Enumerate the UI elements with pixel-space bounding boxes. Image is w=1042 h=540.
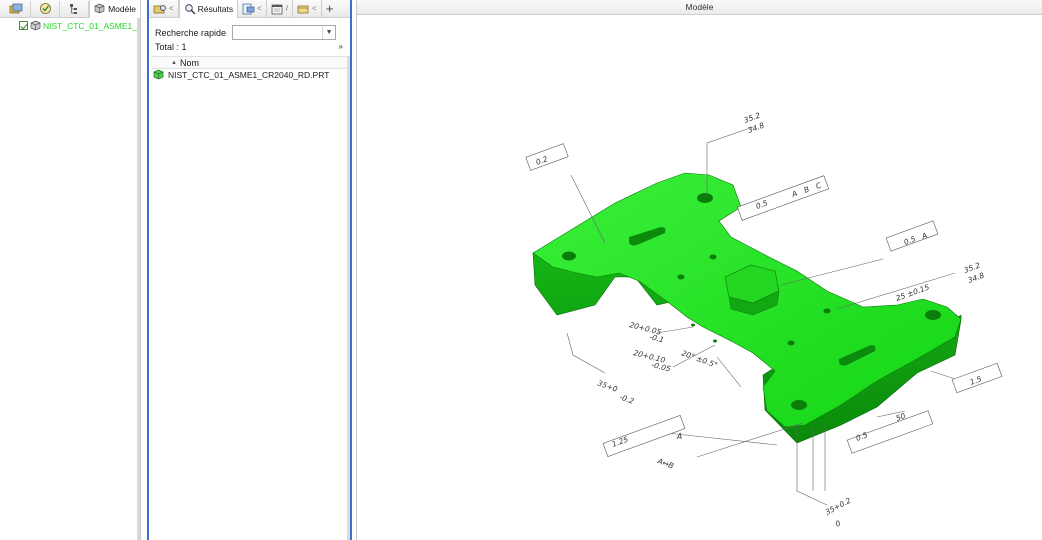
cube-icon xyxy=(94,3,105,14)
dim-angle: 20° ±0.5° xyxy=(680,348,719,369)
quick-search-combo[interactable]: ▼ xyxy=(232,25,337,40)
search-tabbar: < Résultats < / < + xyxy=(149,0,350,18)
tab-model[interactable]: Modèle xyxy=(89,0,140,18)
quick-search-label: Recherche rapide xyxy=(155,27,227,38)
tab-document-label: < xyxy=(257,4,262,13)
sort-ascending-icon: ▲ xyxy=(171,59,177,66)
tree-item-label: NIST_CTC_01_ASME1_CR2040_RD.PRT xyxy=(43,20,140,31)
tab-document[interactable]: < xyxy=(238,0,267,18)
dim-dia-35-left-low: -0.2 xyxy=(618,392,635,406)
box-icon xyxy=(297,5,309,13)
cad-model-canvas[interactable]: 35.2 34.8 0.2 0.5 A B C 0.5 A 25 ±0.15 3… xyxy=(357,15,1042,540)
tree-item-part[interactable]: NIST_CTC_01_ASME1_CR2040_RD.PRT xyxy=(19,20,140,31)
chevron-down-icon[interactable]: ▼ xyxy=(322,26,335,39)
tab-results-label: Résultats xyxy=(197,3,234,14)
search-folder-icon xyxy=(153,4,166,13)
calendar-icon xyxy=(271,4,283,14)
dim-dia-20-b-low: -0.05 xyxy=(651,360,672,373)
add-tab-button[interactable]: + xyxy=(322,0,338,18)
datum-a-label: A xyxy=(676,432,682,441)
part-icon xyxy=(153,69,164,80)
tab-box[interactable]: < xyxy=(293,0,322,18)
document-icon xyxy=(242,3,255,14)
dim-dia-35-bottom-low: 0 xyxy=(834,518,843,528)
tree-item-checkbox[interactable] xyxy=(19,21,28,30)
find-icon xyxy=(184,3,196,14)
tab-model-label: Modèle xyxy=(108,3,136,14)
tab-search-folder[interactable]: < xyxy=(149,0,179,18)
tab-calendar-label: / xyxy=(285,4,289,13)
dim-dia-35-left: 35+0 xyxy=(596,378,619,394)
refresh-icon[interactable] xyxy=(31,0,61,17)
tab-box-label: < xyxy=(312,4,317,13)
result-label: NIST_CTC_01_ASME1_CR2040_RD.PRT xyxy=(168,69,330,80)
model-tree-panel: Modèle NIST_CTC_01_ASME1_CR2040_RD.PRT xyxy=(0,0,141,540)
viewport-title: Modèle xyxy=(357,0,1042,15)
quick-search-row: Recherche rapide ▼ xyxy=(155,25,337,40)
collapse-icon[interactable]: » xyxy=(339,42,343,52)
model-viewport[interactable]: Modèle 35.2 34.8 0.2 0.5 A B C 0.5 A 25 … xyxy=(356,0,1042,540)
total-count: Total : 1 xyxy=(155,42,187,52)
result-row[interactable]: NIST_CTC_01_ASME1_CR2040_RD.PRT xyxy=(153,69,329,80)
part-icon xyxy=(30,20,41,31)
dim-dia-35-bottom: 35+0.2 xyxy=(824,496,853,517)
total-row: Total : 1 » xyxy=(155,42,345,52)
datum-ab-label: A↔B xyxy=(655,456,675,470)
tree-icon[interactable] xyxy=(60,0,90,17)
layers-icon[interactable] xyxy=(2,0,32,17)
splitter[interactable] xyxy=(137,18,140,540)
model-tree-tabbar: Modèle xyxy=(0,0,140,18)
search-panel: < Résultats < / < + Recherche rapide ▼ T… xyxy=(147,0,352,540)
results-scrollbar[interactable] xyxy=(347,56,350,540)
tab-results[interactable]: Résultats xyxy=(178,0,239,18)
column-header-label: Nom xyxy=(179,57,199,68)
dim-dia-20-a-low: -0.1 xyxy=(649,332,665,344)
tab-calendar[interactable]: / xyxy=(267,0,294,18)
column-header-name[interactable]: ▲ Nom xyxy=(151,56,348,69)
tab-search-folder-label: < xyxy=(169,4,174,13)
